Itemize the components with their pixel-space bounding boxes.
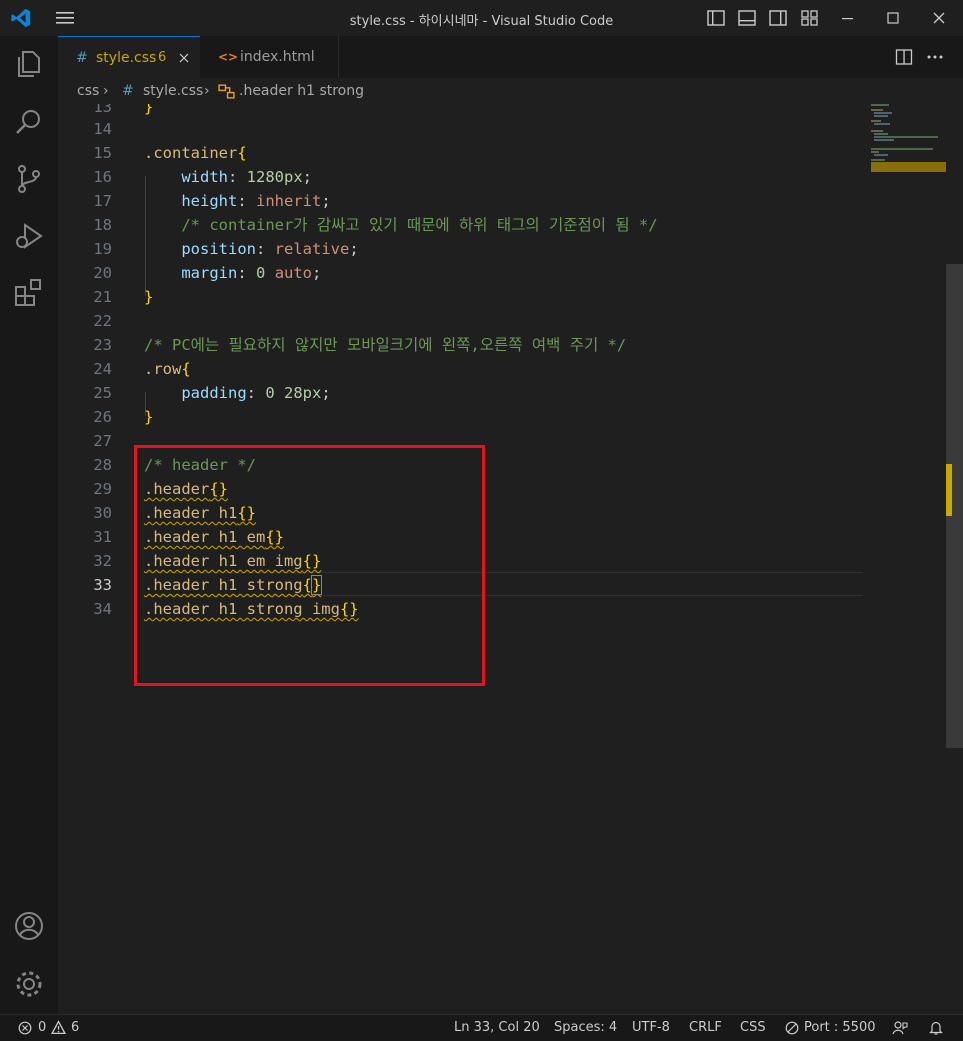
error-icon: [18, 1021, 32, 1035]
code-line: 25 padding: 0 28px;: [93, 384, 331, 402]
chevron-right-icon: ›: [103, 83, 109, 99]
search-icon[interactable]: [13, 106, 45, 138]
customize-layout-icon[interactable]: [800, 8, 820, 28]
html-file-icon: <>: [218, 50, 239, 64]
code-line: 15 .container{: [93, 144, 247, 162]
tab-label: style.css: [96, 50, 157, 66]
problem-count-badge: 6: [158, 50, 167, 65]
symbol-class-icon: [218, 84, 235, 99]
breadcrumb-folder[interactable]: css: [77, 78, 99, 104]
breadcrumb-file[interactable]: style.css: [143, 78, 203, 104]
highlight-box: [134, 445, 485, 686]
title-bar: style.css - 하이시네마 - Visual Studio Code: [0, 0, 963, 36]
code-line: 24 .row{: [93, 360, 191, 378]
minimize-icon[interactable]: [838, 8, 858, 28]
more-actions-icon[interactable]: [926, 48, 944, 66]
css-file-icon: #: [76, 50, 88, 66]
settings-gear-icon[interactable]: [13, 968, 45, 1000]
chevron-right-icon: ›: [204, 83, 210, 99]
error-count: 0: [38, 1020, 47, 1035]
activity-bar: [0, 36, 58, 1014]
code-line: 19 position: relative;: [93, 240, 359, 258]
tab-label: index.html: [240, 49, 315, 65]
code-line: 23/* PC에는 필요하지 않지만 모바일크기에 왼쪽,오른쪽 여백 주기 *…: [93, 336, 627, 354]
css-file-icon: #: [122, 83, 134, 99]
warning-count: 6: [71, 1020, 80, 1035]
close-icon[interactable]: [929, 8, 949, 28]
feedback-icon[interactable]: [892, 1020, 908, 1036]
code-line: 18 /* container가 감싸고 있기 때문에 하위 태그의 기준점이 …: [93, 216, 658, 234]
language-mode[interactable]: CSS: [740, 1015, 766, 1041]
encoding[interactable]: UTF-8: [632, 1015, 670, 1041]
code-line: 16 width: 1280px;: [93, 168, 313, 186]
code-line: 14: [93, 120, 112, 138]
breadcrumb: css › # style.css › .header h1 strong: [58, 78, 963, 104]
explorer-icon[interactable]: [13, 48, 45, 80]
code-line: 22: [93, 312, 112, 330]
warning-marker: [946, 464, 952, 516]
extensions-icon[interactable]: [13, 277, 45, 309]
cursor-position[interactable]: Ln 33, Col 20: [454, 1015, 540, 1041]
toggle-secondary-sidebar-icon[interactable]: [768, 8, 788, 28]
tab-index-html[interactable]: <> index.html: [200, 36, 339, 78]
run-debug-icon[interactable]: [13, 220, 45, 252]
line-ending[interactable]: CRLF: [689, 1015, 722, 1041]
editor-tabs: # style.css 6 <> index.html: [58, 36, 963, 78]
warning-icon: [51, 1020, 66, 1035]
code-line: 26}: [93, 408, 154, 426]
breadcrumb-symbol[interactable]: .header h1 strong: [239, 78, 364, 104]
code-line: 17 height: inherit;: [93, 192, 331, 210]
account-icon[interactable]: [13, 910, 45, 942]
source-control-icon[interactable]: [13, 163, 45, 195]
code-line: 20 margin: 0 auto;: [93, 264, 322, 282]
code-line: 21}: [93, 288, 154, 306]
split-editor-icon[interactable]: [895, 48, 913, 66]
notifications-bell-icon[interactable]: [928, 1020, 944, 1036]
toggle-primary-sidebar-icon[interactable]: [706, 8, 726, 28]
tab-style-css[interactable]: # style.css 6: [58, 36, 200, 78]
code-editor[interactable]: 13} 14 15 .container{ 16 width: 1280px; 1…: [58, 104, 963, 1014]
status-bar: 0 6 Ln 33, Col 20 Spaces: 4 UTF-8 CRLF C…: [0, 1014, 963, 1041]
minimap[interactable]: [868, 104, 946, 184]
maximize-icon[interactable]: [883, 8, 903, 28]
indentation[interactable]: Spaces: 4: [554, 1015, 617, 1041]
tab-close-icon[interactable]: [178, 52, 190, 64]
toggle-panel-icon[interactable]: [737, 8, 757, 28]
port-broadcast-icon: [785, 1021, 799, 1035]
